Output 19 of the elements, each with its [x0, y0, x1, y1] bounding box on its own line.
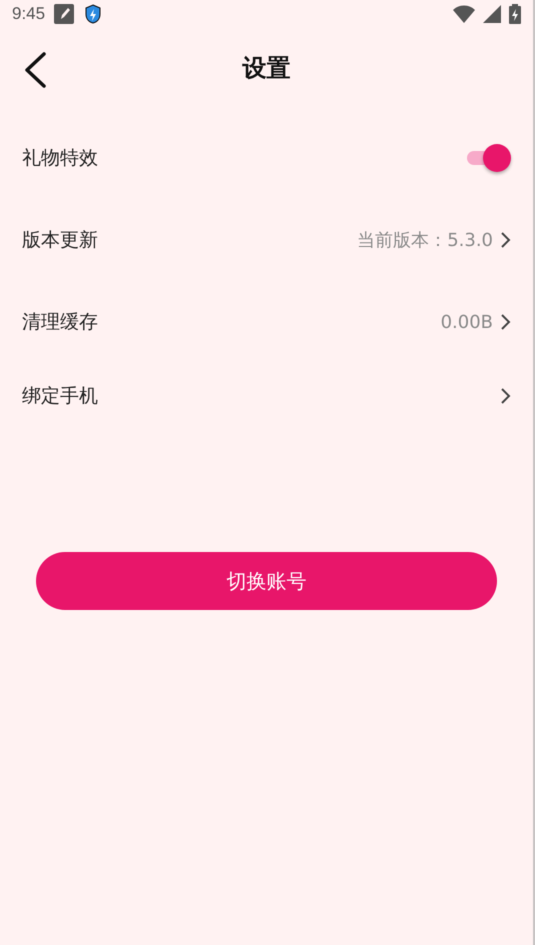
battery-icon [509, 4, 521, 24]
chevron-icon[interactable] [499, 313, 511, 331]
notepad-icon [53, 3, 76, 25]
chevron-icon[interactable] [499, 231, 511, 249]
signal-icon [483, 5, 501, 23]
switch-account-button[interactable]: 切换账号 [36, 552, 497, 610]
setting-value: 当前版本：5.3.0 [357, 229, 493, 252]
setting-label: 清理缓存 [22, 310, 99, 335]
setting-label: 绑定手机 [22, 384, 99, 409]
wifi-icon [453, 5, 475, 23]
chevron-icon[interactable] [499, 387, 511, 405]
back-icon[interactable] [22, 52, 48, 88]
toggle-switch[interactable] [465, 143, 513, 173]
status-time: 9:45 [12, 4, 46, 24]
shield-icon [83, 3, 104, 25]
page-title: 设置 [242, 53, 290, 84]
setting-label: 版本更新 [22, 228, 99, 253]
setting-label: 礼物特效 [22, 146, 99, 171]
setting-value: 0.00B [440, 312, 493, 332]
